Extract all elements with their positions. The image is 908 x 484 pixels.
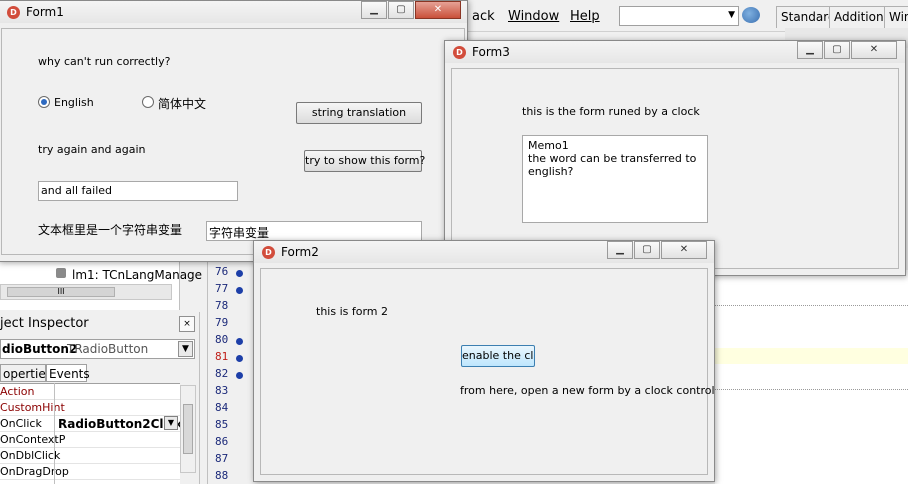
close-button[interactable]: ✕ (851, 41, 897, 59)
chevron-down-icon: ▼ (728, 10, 735, 20)
line-number: 84 (215, 401, 229, 414)
breakpoint-dot[interactable] (236, 287, 243, 294)
close-button[interactable]: ✕ (415, 1, 461, 19)
breakpoint-dot[interactable] (236, 372, 243, 379)
chinese-edit[interactable]: 字符串变量 (206, 221, 422, 241)
string-translation-button[interactable]: string translation (296, 102, 422, 124)
palette-tab-win3[interactable]: Win3 (884, 6, 908, 28)
event-row[interactable]: Action (0, 384, 180, 400)
event-grid-scrollbar[interactable] (180, 385, 196, 473)
method-separator (715, 389, 908, 390)
event-name: Action (0, 385, 35, 398)
maximize-button[interactable]: ▢ (634, 241, 660, 259)
window-title: Form1 (26, 5, 64, 19)
event-name: CustomHint (0, 401, 65, 414)
chinese-radio-label[interactable]: 简体中文 (158, 95, 206, 112)
event-name: OnContextP (0, 433, 66, 446)
line-number: 86 (215, 435, 229, 448)
show-form-button[interactable]: try to show this form? (304, 150, 425, 172)
grid-divider (54, 383, 55, 484)
event-name: OnDragDrop (0, 465, 69, 478)
code-editor[interactable] (715, 270, 908, 484)
maximize-button[interactable]: ▢ (824, 41, 850, 59)
form2-client (260, 268, 708, 475)
form2-titlebar[interactable]: D Form2 ▁ ▢ ✕ (254, 241, 714, 263)
window-title: Form2 (281, 245, 319, 259)
menu-help[interactable]: Help (570, 9, 600, 24)
chinese-label: 文本框里是一个字符串变量 (38, 223, 183, 237)
event-row[interactable]: OnClick RadioButton2Click (0, 416, 183, 432)
memo-line: the word can be transferred to (528, 152, 697, 165)
line-number: 83 (215, 384, 229, 397)
line-number: 78 (215, 299, 229, 312)
line-number: 88 (215, 469, 229, 482)
breakpoint-dot[interactable] (236, 270, 243, 277)
minimize-button[interactable]: ▁ (361, 1, 387, 19)
object-inspector-title: ject Inspector (0, 316, 89, 331)
chevron-down-icon[interactable]: ▼ (178, 341, 193, 357)
line-number: 76 (215, 265, 229, 278)
tab-events[interactable]: Events (46, 364, 90, 382)
memo-line: english? (528, 165, 574, 178)
method-separator (715, 305, 908, 306)
object-selector[interactable]: dioButton2 TRadioButton ▼ (0, 339, 195, 359)
line-number: 87 (215, 452, 229, 465)
memo1[interactable]: Memo1 the word can be transferred to eng… (522, 135, 708, 223)
line-number: 77 (215, 282, 229, 295)
selected-object-type: TRadioButton (67, 342, 149, 356)
event-row[interactable]: OnDragDrop (0, 464, 180, 480)
memo-line: Memo1 (528, 139, 569, 152)
delphi-app-icon: D (453, 46, 466, 59)
component-icon (56, 268, 66, 278)
selected-object-name: dioButton2 (2, 342, 78, 356)
delphi-app-icon: D (262, 246, 275, 259)
ide-layout-combo[interactable]: ▼ (619, 6, 739, 26)
form1-window: D Form1 ▁ ▢ ✕ why can't run correctly? E… (0, 0, 468, 262)
editor-gutter (207, 255, 253, 484)
close-button[interactable]: ✕ (661, 241, 707, 259)
tree-item-lm1[interactable]: lm1: TCnLangManage (72, 268, 202, 282)
scroll-thumb[interactable] (183, 404, 193, 454)
minimize-button[interactable]: ▁ (607, 241, 633, 259)
question-label: why can't run correctly? (38, 55, 171, 68)
failed-edit[interactable]: and all failed (38, 181, 238, 201)
event-row[interactable]: OnContextP (0, 432, 180, 448)
line-number: 79 (215, 316, 229, 329)
line-number: 80 (215, 333, 229, 346)
form3-titlebar[interactable]: D Form3 ▁ ▢ ✕ (445, 41, 905, 63)
event-row[interactable]: OnDblClick (0, 448, 180, 464)
globe-icon[interactable] (742, 7, 760, 23)
tree-hscrollbar[interactable]: III (0, 284, 172, 300)
breakpoint-dot[interactable] (236, 338, 243, 345)
clock-form-label: this is the form runed by a clock (522, 105, 700, 118)
maximize-button[interactable]: ▢ (388, 1, 414, 19)
event-row[interactable]: CustomHint (0, 400, 180, 416)
line-number: 85 (215, 418, 229, 431)
line-number: 82 (215, 367, 229, 380)
form2-window: D Form2 ▁ ▢ ✕ this is form 2 enable the … (253, 240, 715, 482)
event-grid: Action CustomHint OnClick RadioButton2Cli… (0, 383, 183, 484)
enable-clock-button[interactable]: enable the clock (461, 345, 535, 367)
current-line-highlight (715, 348, 908, 364)
try-again-label: try again and again (38, 143, 146, 156)
window-title: Form3 (472, 45, 510, 59)
tab-properties[interactable]: operties (0, 364, 52, 382)
event-name: OnDblClick (0, 449, 61, 462)
english-radio[interactable] (38, 96, 50, 108)
minimize-button[interactable]: ▁ (797, 41, 823, 59)
form1-titlebar[interactable]: D Form1 ▁ ▢ ✕ (0, 1, 467, 23)
menu-track[interactable]: ack (472, 9, 495, 24)
event-name: OnClick (0, 417, 42, 430)
delphi-app-icon: D (7, 6, 20, 19)
clock-hint-label: from here, open a new form by a clock co… (460, 384, 715, 397)
form2-label: this is form 2 (316, 305, 388, 318)
english-radio-label[interactable]: English (54, 96, 94, 109)
chevron-down-icon[interactable]: ▼ (164, 416, 178, 430)
close-icon[interactable]: × (179, 316, 195, 332)
menu-window[interactable]: Window (508, 9, 559, 24)
scroll-thumb[interactable]: III (7, 287, 115, 297)
breakpoint-dot[interactable] (236, 355, 243, 362)
line-number: 81 (215, 350, 229, 363)
chinese-radio[interactable] (142, 96, 154, 108)
